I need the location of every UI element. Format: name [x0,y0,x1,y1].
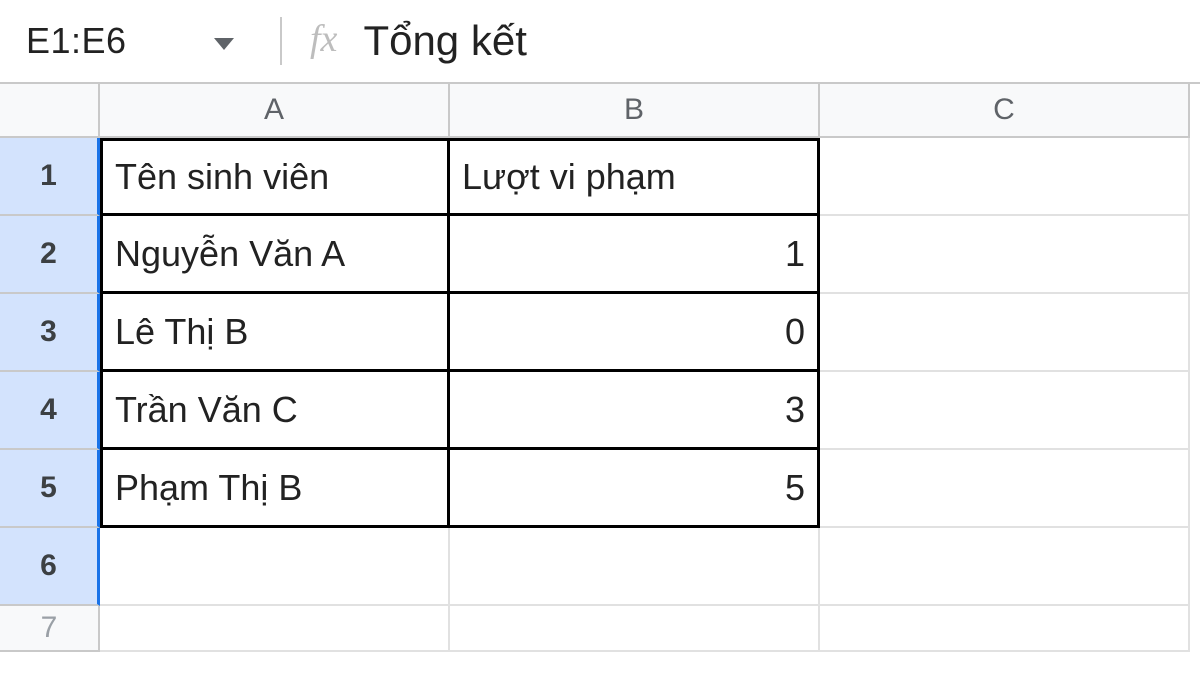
row-header-3[interactable]: 3 [0,294,100,372]
formula-input[interactable] [361,16,1192,66]
cell-A6[interactable] [100,528,450,606]
cell-C2[interactable] [820,216,1190,294]
table-row: Phạm Thị B 5 [100,450,1200,528]
spreadsheet-grid: 1 2 3 4 5 6 7 A B C Tên sinh viên Lượt v… [0,84,1200,652]
name-box[interactable]: E1:E6 [8,11,252,71]
cell-C1[interactable] [820,138,1190,216]
row-header-4[interactable]: 4 [0,372,100,450]
row-header-5[interactable]: 5 [0,450,100,528]
cell-C5[interactable] [820,450,1190,528]
cell-B3[interactable]: 0 [450,294,820,372]
name-box-value: E1:E6 [26,20,127,62]
cell-B5[interactable]: 5 [450,450,820,528]
cell-A1[interactable]: Tên sinh viên [100,138,450,216]
column-header-C[interactable]: C [820,84,1190,138]
row-header-7[interactable]: 7 [0,606,100,652]
cell-C6[interactable] [820,528,1190,606]
table-row: Lê Thị B 0 [100,294,1200,372]
row-header-2[interactable]: 2 [0,216,100,294]
cell-C7[interactable] [820,606,1190,652]
separator [280,17,282,65]
table-row: Nguyễn Văn A 1 [100,216,1200,294]
row-headers: 1 2 3 4 5 6 7 [0,84,100,652]
cell-B7[interactable] [450,606,820,652]
row-header-1[interactable]: 1 [0,138,100,216]
column-header-A[interactable]: A [100,84,450,138]
cell-B6[interactable] [450,528,820,606]
table-row: Trần Văn C 3 [100,372,1200,450]
select-all-corner[interactable] [0,84,100,138]
table-row [100,606,1200,652]
column-headers: A B C [100,84,1200,138]
cell-A2[interactable]: Nguyễn Văn A [100,216,450,294]
table-row [100,528,1200,606]
grid-body: Tên sinh viên Lượt vi phạm Nguyễn Văn A … [100,138,1200,652]
cell-C3[interactable] [820,294,1190,372]
row-header-6[interactable]: 6 [0,528,100,606]
cell-B1[interactable]: Lượt vi phạm [450,138,820,216]
cell-B4[interactable]: 3 [450,372,820,450]
grid: A B C Tên sinh viên Lượt vi phạm Nguyễn … [100,84,1200,652]
cell-C4[interactable] [820,372,1190,450]
chevron-down-icon[interactable] [214,38,234,50]
cell-A3[interactable]: Lê Thị B [100,294,450,372]
fx-icon: fx [310,17,337,65]
column-header-B[interactable]: B [450,84,820,138]
cell-A5[interactable]: Phạm Thị B [100,450,450,528]
formula-bar: E1:E6 fx [0,0,1200,84]
table-row: Tên sinh viên Lượt vi phạm [100,138,1200,216]
cell-B2[interactable]: 1 [450,216,820,294]
cell-A4[interactable]: Trần Văn C [100,372,450,450]
cell-A7[interactable] [100,606,450,652]
